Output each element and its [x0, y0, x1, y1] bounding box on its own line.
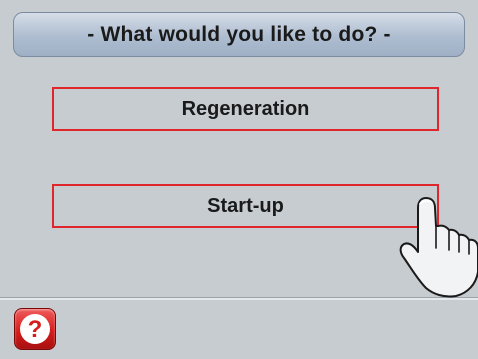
help-button[interactable]: ?	[14, 308, 56, 350]
pointing-hand-icon	[399, 197, 478, 298]
regeneration-button[interactable]: Regeneration	[52, 87, 439, 131]
header-title: - What would you like to do? -	[87, 22, 391, 46]
question-mark-icon: ?	[20, 314, 50, 344]
help-glyph: ?	[27, 315, 43, 343]
header-bar: - What would you like to do? -	[13, 12, 465, 57]
start-up-button[interactable]: Start-up	[52, 184, 439, 228]
screen: - What would you like to do? - Regenerat…	[0, 0, 478, 359]
